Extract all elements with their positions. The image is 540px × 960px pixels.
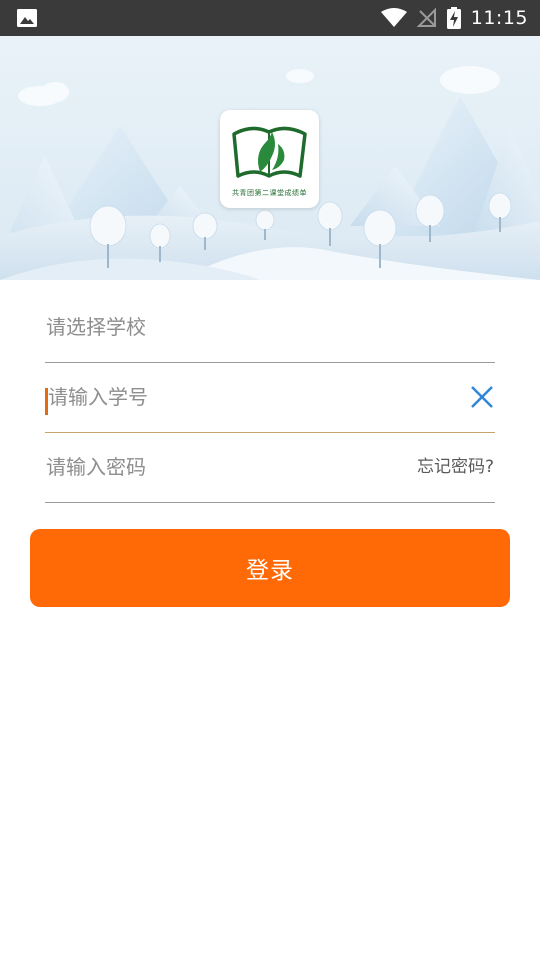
clock-time: 11:15 bbox=[470, 7, 528, 29]
forgot-password-link[interactable]: 忘记密码? bbox=[417, 432, 494, 502]
clear-icon[interactable] bbox=[469, 384, 495, 410]
status-bar: 11:15 bbox=[0, 0, 540, 36]
password-input[interactable]: 请输入密码 忘记密码? bbox=[45, 432, 495, 503]
image-icon bbox=[17, 9, 37, 27]
logo-caption: 共青团第二课堂成绩单 bbox=[232, 189, 307, 197]
wifi-icon bbox=[380, 8, 407, 27]
signal-off-icon bbox=[416, 8, 436, 27]
battery-charging-icon bbox=[446, 7, 461, 29]
school-select[interactable]: 请选择学校 bbox=[45, 292, 495, 363]
school-select-placeholder: 请选择学校 bbox=[46, 315, 146, 339]
login-button[interactable]: 登录 bbox=[30, 529, 510, 607]
student-id-placeholder: 请输入学号 bbox=[48, 385, 148, 409]
password-placeholder: 请输入密码 bbox=[46, 455, 146, 479]
book-leaf-logo-icon bbox=[232, 126, 307, 178]
student-id-input[interactable]: 请输入学号 bbox=[45, 362, 495, 433]
app-logo: 共青团第二课堂成绩单 bbox=[220, 110, 319, 208]
